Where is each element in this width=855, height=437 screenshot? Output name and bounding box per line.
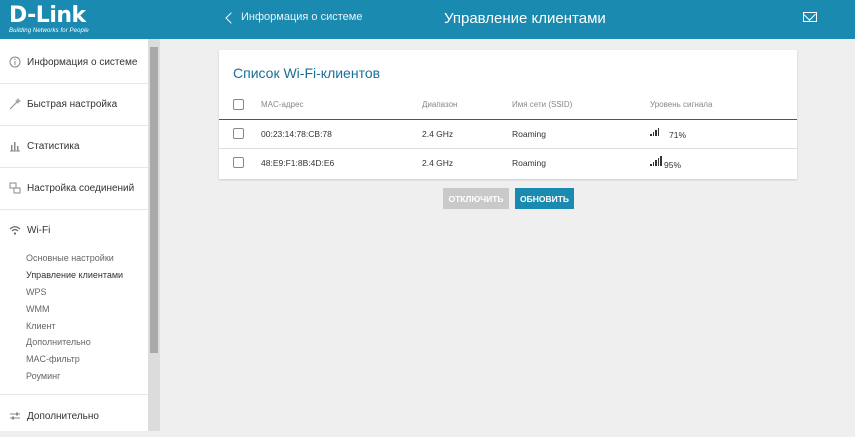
logo-subtitle: Building Networks for People	[9, 28, 89, 34]
card-title: Список Wi-Fi-клиентов	[233, 65, 381, 81]
sidebar: Информация о системе Быстрая настройка С…	[0, 39, 148, 431]
column-header-mac[interactable]: MAC-адрес	[261, 100, 303, 109]
sidebar-item-label: Wi-Fi	[27, 224, 51, 236]
back-link[interactable]: Информация о системе	[225, 11, 363, 24]
ssid-cell: Roaming	[512, 129, 547, 139]
sidebar-item-label: Быстрая настройка	[27, 98, 118, 110]
magic-wand-icon	[9, 98, 21, 110]
chevron-left-icon	[225, 11, 237, 24]
sidebar-item-wifi[interactable]: Wi-Fi	[0, 209, 148, 251]
sidebar-item-label: Информация о системе	[27, 56, 138, 68]
sidebar-item-quick-setup[interactable]: Быстрая настройка	[0, 83, 148, 126]
sidebar-subitem-mac-filter[interactable]: MAC-фильтр	[26, 354, 80, 364]
header-divider	[219, 119, 797, 120]
disconnect-button[interactable]: ОТКЛЮЧИТЬ	[443, 188, 509, 209]
row-checkbox[interactable]	[233, 157, 244, 168]
band-cell: 2.4 GHz	[422, 129, 454, 139]
band-cell: 2.4 GHz	[422, 158, 454, 168]
sidebar-item-label: Настройка соединений	[27, 182, 135, 194]
sliders-icon	[9, 410, 21, 422]
top-bar: D-Link Building Networks for People Инфо…	[0, 0, 855, 39]
wifi-icon	[9, 224, 21, 236]
sidebar-item-label: Дополнительно	[27, 410, 99, 422]
sidebar-subitem-basic-settings[interactable]: Основные настройки	[26, 253, 114, 263]
select-all-checkbox[interactable]	[233, 99, 244, 110]
network-icon	[9, 182, 21, 194]
signal-cell: 95%	[664, 160, 682, 170]
row-divider	[219, 148, 797, 149]
sidebar-subitem-advanced[interactable]: Дополнительно	[26, 337, 91, 347]
logo-text: D-Link	[9, 3, 86, 28]
column-header-signal[interactable]: Уровень сигнала	[650, 100, 712, 109]
sidebar-subitem-wps[interactable]: WPS	[26, 287, 47, 297]
sidebar-item-label: Статистика	[27, 140, 80, 152]
mac-cell: 48:E9:F1:8B:4D:E6	[261, 158, 335, 168]
wifi-clients-card: Список Wi-Fi-клиентов MAC-адрес Диапазон…	[219, 50, 797, 179]
row-checkbox[interactable]	[233, 128, 244, 139]
signal-strength-icon	[650, 156, 662, 166]
column-header-ssid[interactable]: Имя сети (SSID)	[512, 100, 572, 109]
sidebar-subitem-client-management[interactable]: Управление клиентами	[26, 270, 123, 280]
ssid-cell: Roaming	[512, 158, 547, 168]
signal-strength-icon	[650, 128, 659, 136]
bar-chart-icon	[9, 140, 21, 152]
page-title: Управление клиентами	[444, 10, 606, 27]
signal-cell: 71%	[669, 130, 687, 140]
mail-icon[interactable]	[803, 12, 817, 22]
sidebar-item-connections[interactable]: Настройка соединений	[0, 167, 148, 210]
column-header-band[interactable]: Диапазон	[422, 100, 457, 109]
sidebar-subitem-roaming[interactable]: Роуминг	[26, 371, 60, 381]
back-link-label: Информация о системе	[241, 11, 363, 23]
sidebar-item-statistics[interactable]: Статистика	[0, 125, 148, 168]
sidebar-item-system-info[interactable]: Информация о системе	[0, 41, 148, 84]
refresh-button[interactable]: ОБНОВИТЬ	[515, 188, 574, 209]
sidebar-scrollbar-thumb[interactable]	[150, 47, 158, 353]
dlink-logo[interactable]: D-Link Building Networks for People	[9, 3, 89, 35]
sidebar-subitem-wmm[interactable]: WMM	[26, 304, 50, 314]
mac-cell: 00:23:14:78:CB:78	[261, 129, 332, 139]
info-icon	[9, 56, 21, 68]
sidebar-subitem-client[interactable]: Клиент	[26, 321, 56, 331]
